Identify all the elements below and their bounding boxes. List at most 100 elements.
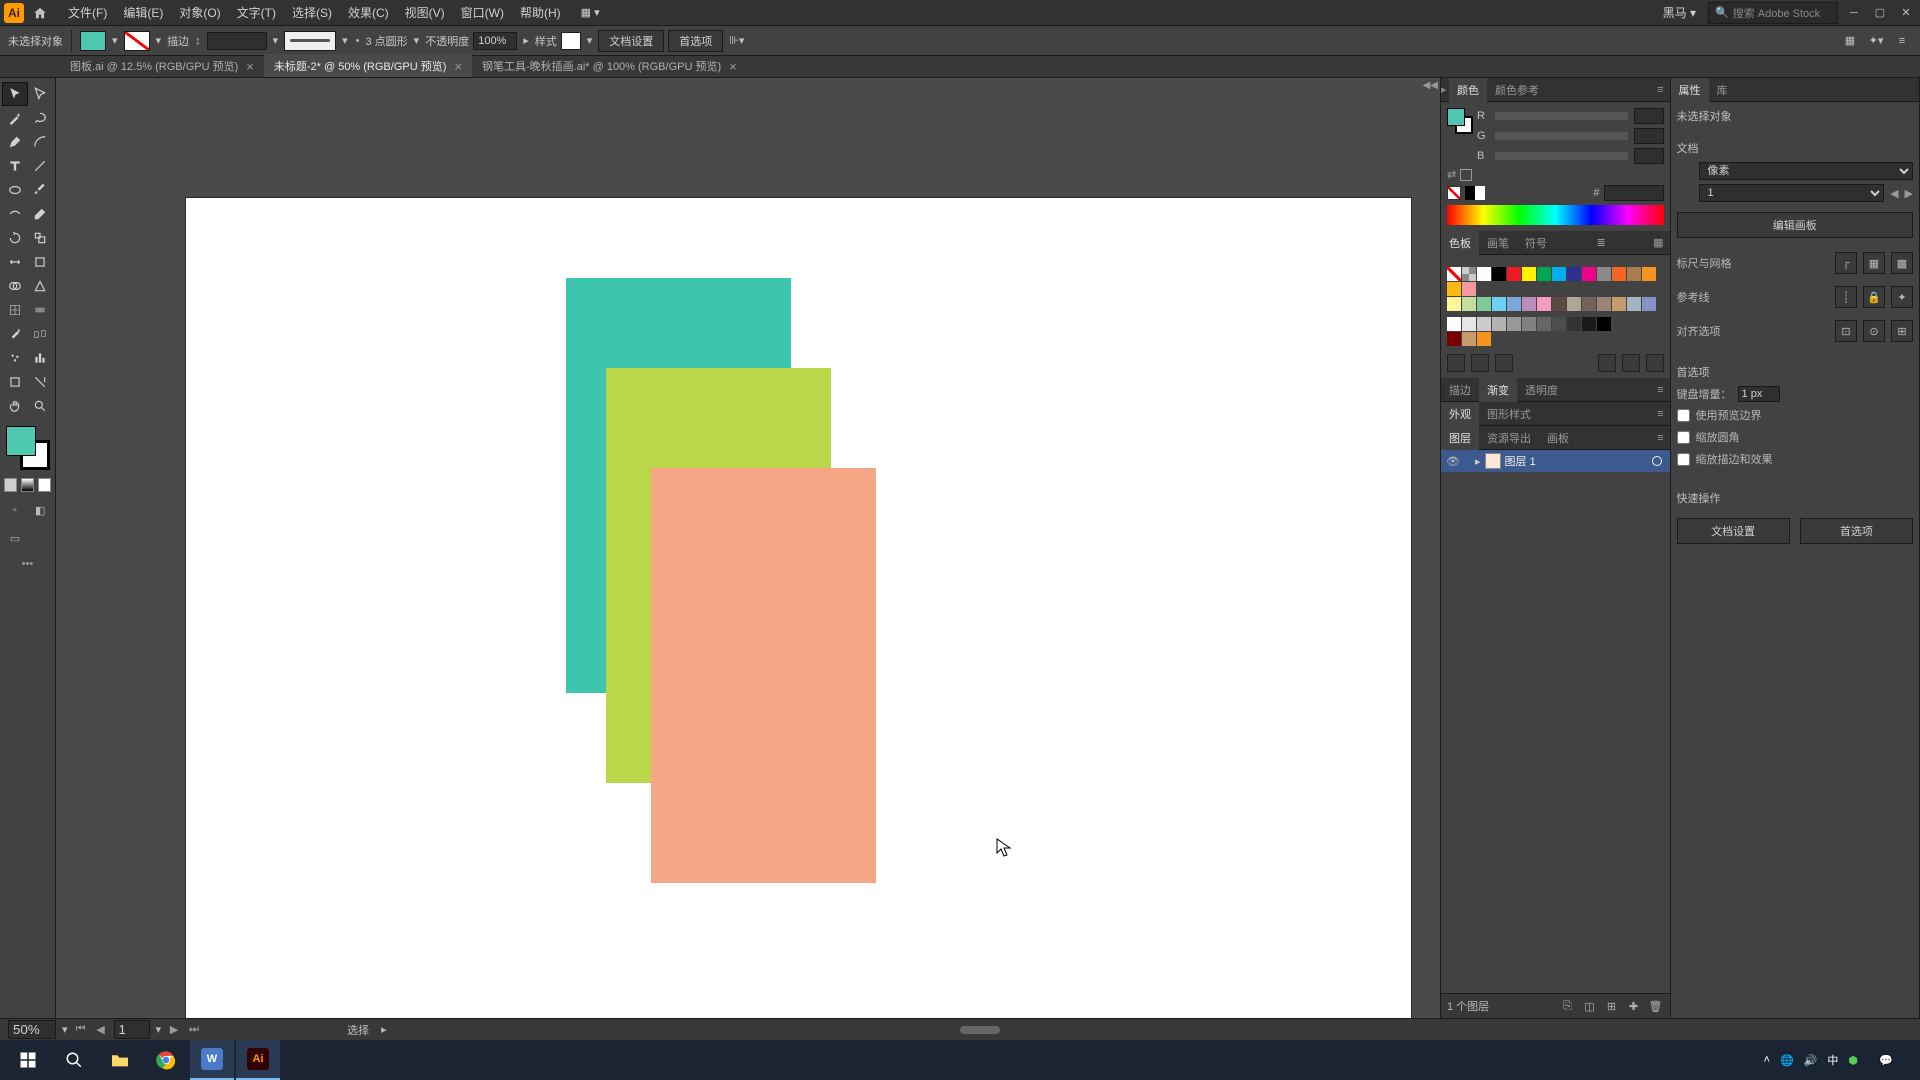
- swatch-grid-icon[interactable]: ▦: [1647, 236, 1669, 249]
- r-slider[interactable]: [1495, 112, 1628, 120]
- fill-color-box[interactable]: [6, 426, 36, 456]
- swap-icon[interactable]: ⇄: [1447, 168, 1456, 181]
- opacity-input[interactable]: [473, 32, 517, 50]
- start-button[interactable]: [6, 1040, 50, 1080]
- ime-icon[interactable]: 中: [1827, 1052, 1838, 1068]
- menu-window[interactable]: 窗口(W): [453, 4, 512, 21]
- swatch-list-icon[interactable]: ≣: [1590, 236, 1611, 249]
- guides-lock-icon[interactable]: 🔒: [1863, 286, 1885, 308]
- chrome-icon[interactable]: [144, 1040, 188, 1080]
- preview-bounds-checkbox[interactable]: [1677, 409, 1690, 422]
- swatch[interactable]: [1582, 317, 1596, 331]
- swatch[interactable]: [1597, 317, 1611, 331]
- swatch[interactable]: [1447, 297, 1461, 311]
- artboard-num-dropdown[interactable]: ▾: [156, 1023, 162, 1036]
- home-icon[interactable]: [30, 3, 50, 23]
- expand-layer-icon[interactable]: ▸: [1475, 455, 1481, 468]
- file-explorer-icon[interactable]: [98, 1040, 142, 1080]
- swatch[interactable]: [1567, 297, 1581, 311]
- stroke-dropdown[interactable]: ▾: [154, 34, 164, 47]
- menu-help[interactable]: 帮助(H): [512, 4, 569, 21]
- brush-def-dropdown[interactable]: ▾: [412, 34, 422, 47]
- grid-icon[interactable]: ▦: [1863, 252, 1885, 274]
- make-clip-icon[interactable]: ◫: [1582, 998, 1598, 1014]
- document-tab-1[interactable]: 图板.ai @ 12.5% (RGB/GPU 预览)×: [60, 54, 264, 77]
- swatch[interactable]: [1507, 297, 1521, 311]
- new-group-icon[interactable]: [1598, 354, 1616, 372]
- symbol-sprayer-tool[interactable]: [2, 346, 28, 370]
- brush-caret[interactable]: ▾: [340, 34, 350, 47]
- draw-normal-icon[interactable]: ▫: [2, 498, 28, 522]
- color-fill-stroke[interactable]: [1447, 108, 1473, 134]
- graph-tool[interactable]: [28, 346, 54, 370]
- new-layer-icon[interactable]: ✚: [1626, 998, 1642, 1014]
- transparency-grid-icon[interactable]: ▩: [1891, 252, 1913, 274]
- width-tool[interactable]: [2, 250, 28, 274]
- swatch[interactable]: [1447, 282, 1461, 296]
- swatch[interactable]: [1582, 267, 1596, 281]
- grid-view-icon[interactable]: ▦: [1840, 31, 1860, 51]
- edit-toolbar-button[interactable]: •••: [2, 558, 53, 570]
- rectangle-salmon[interactable]: [651, 468, 876, 883]
- type-tool[interactable]: [2, 154, 28, 178]
- g-value[interactable]: [1634, 128, 1664, 144]
- menu-effect[interactable]: 效果(C): [340, 4, 397, 21]
- menu-object[interactable]: 对象(O): [171, 4, 228, 21]
- snap-pixel-icon[interactable]: ⊡: [1835, 320, 1857, 342]
- expand-icon[interactable]: ▸: [1441, 83, 1449, 96]
- line-tool[interactable]: [28, 154, 54, 178]
- status-menu-icon[interactable]: ▸: [381, 1023, 387, 1036]
- panel-menu-icon[interactable]: ≡: [1651, 384, 1669, 396]
- artboard[interactable]: [186, 198, 1411, 1018]
- graphic-styles-tab[interactable]: 图形样式: [1479, 402, 1539, 426]
- swatch[interactable]: [1492, 267, 1506, 281]
- canvas-area[interactable]: ◀◀: [56, 78, 1440, 1018]
- color-tab[interactable]: 颜色: [1449, 78, 1487, 102]
- swatch[interactable]: [1537, 297, 1551, 311]
- document-setup-button[interactable]: 文档设置: [598, 30, 664, 52]
- gradient-mode[interactable]: [21, 478, 34, 492]
- asset-export-tab[interactable]: 资源导出: [1479, 426, 1539, 450]
- visibility-toggle-icon[interactable]: 👁: [1445, 455, 1461, 468]
- ruler-icon[interactable]: ┌: [1835, 252, 1857, 274]
- fill-swatch[interactable]: [80, 31, 106, 51]
- style-dropdown[interactable]: ▾: [585, 34, 595, 47]
- illustrator-taskbar-icon[interactable]: Ai: [236, 1040, 280, 1080]
- r-value[interactable]: [1634, 108, 1664, 124]
- fill-dropdown[interactable]: ▾: [110, 34, 120, 47]
- swatch[interactable]: [1462, 317, 1476, 331]
- artboards-tab[interactable]: 画板: [1539, 426, 1577, 450]
- swatch[interactable]: [1522, 297, 1536, 311]
- eraser-tool[interactable]: [28, 202, 54, 226]
- b-value[interactable]: [1634, 148, 1664, 164]
- collapse-panels-icon[interactable]: ◀◀: [1423, 80, 1438, 91]
- delete-layer-icon[interactable]: 🗑: [1648, 998, 1664, 1014]
- opacity-dropdown[interactable]: ▸: [521, 34, 531, 47]
- color-spectrum[interactable]: [1447, 205, 1664, 225]
- shape-builder-tool[interactable]: [2, 274, 28, 298]
- volume-icon[interactable]: 🔊: [1804, 1054, 1818, 1067]
- close-tab-icon[interactable]: ×: [454, 59, 462, 74]
- swatch[interactable]: [1627, 297, 1641, 311]
- layers-tab[interactable]: 图层: [1441, 426, 1479, 450]
- artboard-select[interactable]: 1: [1699, 184, 1885, 202]
- close-window-button[interactable]: ✕: [1896, 4, 1916, 22]
- smart-guides-icon[interactable]: ✦: [1891, 286, 1913, 308]
- swatch[interactable]: [1477, 267, 1491, 281]
- stroke-weight-dropdown[interactable]: ▾: [271, 34, 281, 47]
- artboard-number-input[interactable]: [114, 1020, 150, 1039]
- perspective-tool[interactable]: [28, 274, 54, 298]
- brushes-tab[interactable]: 画笔: [1479, 231, 1517, 255]
- scale-strokes-checkbox[interactable]: [1677, 453, 1690, 466]
- snap-point-icon[interactable]: ⊙: [1863, 320, 1885, 342]
- prev-artboard-icon[interactable]: ◀: [1890, 187, 1898, 200]
- create-sublayer-icon[interactable]: ⊞: [1604, 998, 1620, 1014]
- color-guide-tab[interactable]: 颜色参考: [1487, 78, 1547, 102]
- swatch[interactable]: [1597, 267, 1611, 281]
- swatch[interactable]: [1567, 267, 1581, 281]
- wps-icon[interactable]: W: [190, 1040, 234, 1080]
- swatch[interactable]: [1477, 297, 1491, 311]
- zoom-tool[interactable]: [28, 394, 54, 418]
- snap-grid-icon[interactable]: ⊞: [1891, 320, 1913, 342]
- draw-behind-icon[interactable]: ◧: [28, 498, 54, 522]
